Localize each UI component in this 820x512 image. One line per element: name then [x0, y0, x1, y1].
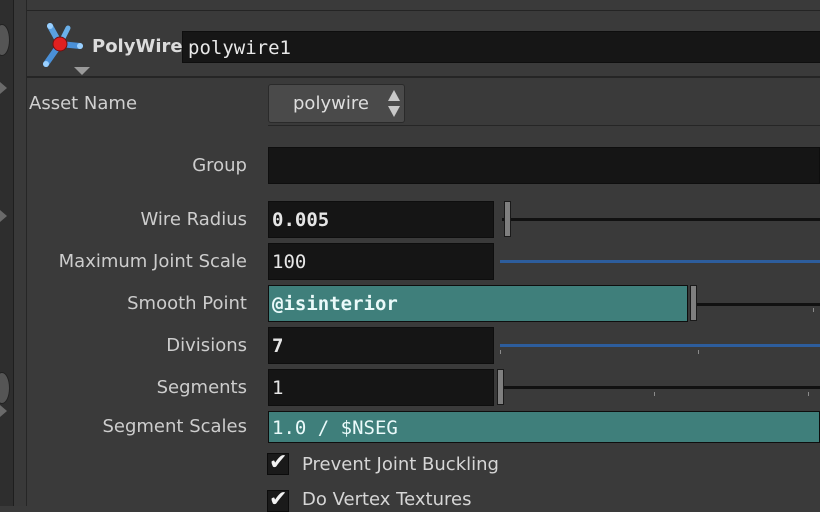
- divisions-field[interactable]: 7: [268, 327, 494, 364]
- segments-slider-handle[interactable]: [497, 369, 504, 405]
- divisions-slider-fill: [500, 344, 820, 347]
- node-type-label: PolyWire: [92, 36, 183, 57]
- segments-slider[interactable]: [500, 386, 820, 389]
- checkmark-icon: ✔: [269, 450, 288, 475]
- slider-tick: [813, 308, 814, 312]
- segment-scales-field[interactable]: 1.0 / $NSEG: [268, 411, 820, 443]
- do-vertex-textures-checkbox[interactable]: ✔: [267, 487, 289, 512]
- slider-tick: [698, 350, 699, 354]
- smooth-point-slider[interactable]: [696, 303, 820, 306]
- viewport-knob-icon[interactable]: [0, 372, 10, 404]
- wire-radius-label: Wire Radius: [140, 209, 247, 230]
- slider-tick: [654, 392, 655, 396]
- checkmark-icon: ✔: [269, 487, 288, 512]
- prevent-joint-buckling-checkbox[interactable]: ✔: [267, 450, 289, 475]
- slider-tick: [808, 392, 809, 396]
- group-field[interactable]: [268, 147, 820, 184]
- expand-arrow-icon[interactable]: [0, 210, 7, 222]
- asset-name-value: polywire: [293, 93, 369, 114]
- viewport-knob-icon[interactable]: [0, 24, 10, 56]
- slider-tick: [500, 350, 501, 354]
- prevent-joint-buckling-label: Prevent Joint Buckling: [302, 454, 499, 475]
- expand-arrow-icon[interactable]: [0, 405, 7, 417]
- asset-name-label: Asset Name: [29, 93, 138, 114]
- max-joint-scale-label: Maximum Joint Scale: [58, 251, 247, 272]
- segment-scales-label: Segment Scales: [102, 416, 247, 437]
- divisions-label: Divisions: [166, 335, 247, 356]
- divider: [27, 10, 820, 11]
- group-label: Group: [192, 155, 247, 176]
- segments-field[interactable]: 1: [268, 369, 494, 406]
- left-toolbar-strip: [0, 0, 14, 506]
- menu-arrows-icon: [388, 90, 400, 117]
- node-name-field[interactable]: polywire1: [182, 31, 820, 63]
- smooth-point-slider-handle[interactable]: [690, 285, 697, 321]
- divider: [27, 76, 820, 78]
- pane-divider[interactable]: [14, 0, 27, 506]
- segments-label: Segments: [156, 377, 247, 398]
- menu-caret-icon[interactable]: [74, 67, 90, 75]
- do-vertex-textures-label: Do Vertex Textures: [302, 489, 472, 510]
- asset-name-menu[interactable]: polywire: [268, 84, 405, 123]
- max-joint-scale-slider-fill: [500, 260, 820, 263]
- max-joint-scale-field[interactable]: 100: [268, 243, 494, 280]
- smooth-point-label: Smooth Point: [127, 293, 247, 314]
- polywire-node-icon: [38, 20, 86, 70]
- wire-radius-slider[interactable]: [502, 218, 820, 221]
- wire-radius-slider-handle[interactable]: [504, 201, 511, 237]
- expand-arrow-icon[interactable]: [0, 82, 7, 94]
- smooth-point-field[interactable]: @isinterior: [268, 285, 688, 322]
- wire-radius-field[interactable]: 0.005: [268, 201, 494, 238]
- divider: [268, 125, 820, 126]
